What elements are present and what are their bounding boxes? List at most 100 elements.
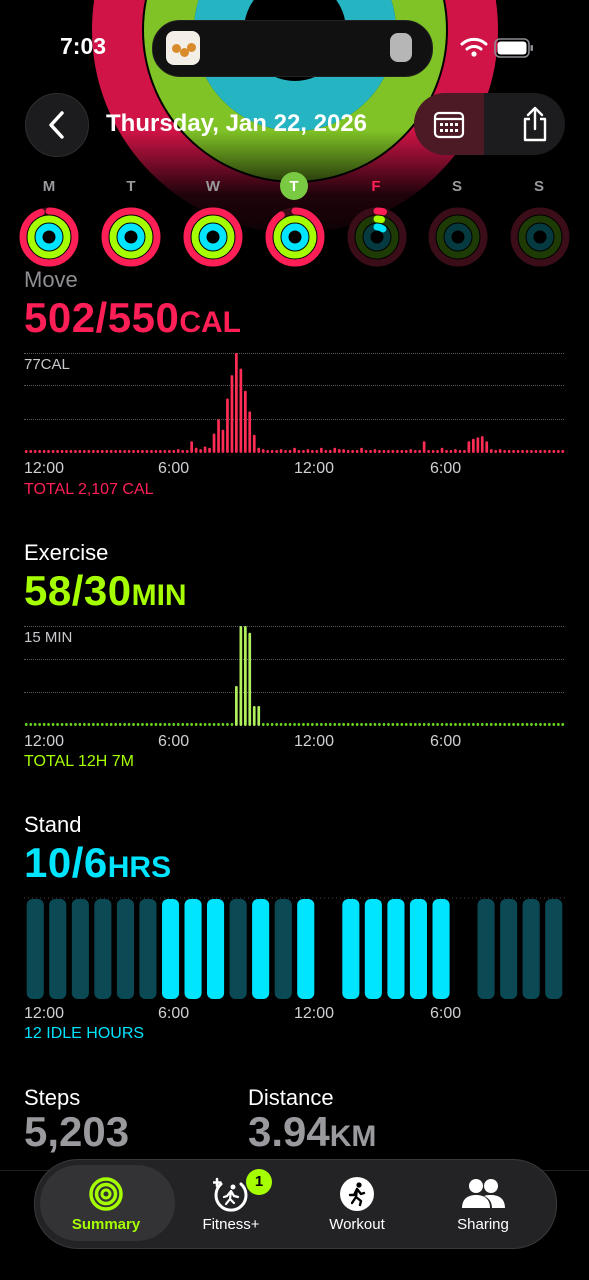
hourly-bar bbox=[83, 723, 86, 726]
hourly-bar bbox=[150, 723, 153, 726]
hourly-bar bbox=[400, 723, 404, 726]
hourly-bar bbox=[525, 723, 529, 726]
hourly-bar bbox=[404, 450, 408, 453]
hourly-bar bbox=[449, 723, 453, 726]
distance-value-number: 3.94 bbox=[248, 1108, 330, 1155]
hourly-bar bbox=[185, 723, 189, 726]
hourly-bar bbox=[418, 723, 421, 726]
hourly-bar bbox=[239, 368, 243, 453]
hourly-bar bbox=[302, 450, 305, 453]
hourly-bar bbox=[248, 411, 252, 453]
day-activity-ring[interactable] bbox=[265, 207, 325, 267]
hourly-bar bbox=[176, 723, 180, 726]
hourly-bar bbox=[476, 723, 480, 726]
hourly-bar bbox=[463, 723, 466, 726]
hourly-bar bbox=[431, 723, 435, 726]
calendar-button[interactable] bbox=[414, 93, 484, 155]
hourly-bar bbox=[118, 723, 122, 726]
hourly-bar bbox=[244, 390, 247, 453]
hourly-bar bbox=[548, 723, 551, 726]
distance-value: 3.94KM bbox=[248, 1108, 376, 1156]
hourly-bar bbox=[288, 723, 292, 726]
hourly-bar bbox=[123, 723, 126, 726]
hourly-bar bbox=[391, 450, 395, 453]
live-activity-app-icon[interactable] bbox=[166, 31, 200, 65]
hourly-bar bbox=[261, 449, 265, 453]
hourly-bar bbox=[454, 449, 457, 453]
hourly-bar bbox=[127, 723, 131, 726]
back-button[interactable] bbox=[25, 93, 89, 157]
tab-workout-label: Workout bbox=[329, 1216, 385, 1233]
stand-axis-label: 12:00 bbox=[24, 1005, 65, 1022]
hourly-bar bbox=[168, 450, 171, 453]
day-activity-ring[interactable] bbox=[347, 207, 407, 267]
tab-sharing[interactable]: Sharing bbox=[428, 1170, 538, 1240]
hourly-bar bbox=[208, 447, 211, 453]
share-button[interactable] bbox=[504, 93, 565, 155]
hourly-bar bbox=[275, 723, 278, 726]
hourly-bar bbox=[346, 723, 350, 726]
hourly-bar bbox=[136, 723, 140, 726]
hourly-bar bbox=[69, 723, 73, 726]
hourly-bar bbox=[293, 447, 296, 453]
hourly-bar bbox=[87, 450, 91, 453]
day-activity-ring[interactable] bbox=[183, 207, 243, 267]
stand-hour-bar bbox=[477, 899, 495, 999]
hourly-bar bbox=[333, 447, 337, 453]
hourly-bar bbox=[203, 723, 207, 726]
day-activity-ring[interactable] bbox=[428, 207, 488, 267]
hourly-bar bbox=[114, 723, 117, 726]
hourly-bar bbox=[60, 723, 64, 726]
hourly-bar bbox=[382, 450, 386, 453]
hourly-bar bbox=[445, 450, 448, 453]
hourly-bar bbox=[480, 723, 484, 726]
stand-hour-bar bbox=[139, 899, 157, 999]
hourly-bar bbox=[346, 450, 350, 453]
exercise-value: 58/30MIN bbox=[24, 567, 187, 615]
hourly-bar bbox=[440, 447, 444, 453]
hourly-bar bbox=[436, 723, 439, 726]
hourly-bar bbox=[212, 433, 216, 453]
hourly-bar bbox=[252, 434, 256, 453]
hourly-bar bbox=[199, 449, 202, 453]
stand-total: 12 IDLE HOURS bbox=[24, 1025, 145, 1042]
exercise-title: Exercise bbox=[24, 540, 109, 565]
hourly-bar bbox=[387, 723, 390, 726]
hourly-bar bbox=[279, 723, 283, 726]
hourly-bar bbox=[396, 450, 399, 453]
move-axis-label: 6:00 bbox=[430, 460, 462, 477]
day-activity-ring[interactable] bbox=[510, 207, 570, 267]
hourly-bar bbox=[337, 449, 341, 453]
stand-hourly-chart bbox=[24, 897, 565, 999]
hourly-bar bbox=[369, 723, 372, 726]
hourly-bar bbox=[127, 450, 131, 453]
hourly-bar bbox=[235, 353, 238, 453]
hourly-bar bbox=[159, 450, 162, 453]
hourly-bar bbox=[472, 438, 475, 453]
day-activity-ring[interactable] bbox=[101, 207, 161, 267]
hourly-bar bbox=[512, 450, 515, 453]
hourly-bar bbox=[105, 723, 109, 726]
day-activity-ring[interactable] bbox=[19, 207, 79, 267]
hourly-bar bbox=[74, 723, 77, 726]
hourly-bar bbox=[261, 723, 265, 726]
stand-axis-label: 12:00 bbox=[294, 1005, 335, 1022]
tab-workout[interactable]: Workout bbox=[302, 1170, 412, 1240]
hourly-bar bbox=[552, 723, 556, 726]
hourly-bar bbox=[467, 723, 471, 726]
hourly-bar bbox=[96, 450, 100, 453]
fitness-plus-icon bbox=[213, 1177, 248, 1212]
hourly-bar bbox=[530, 450, 533, 453]
exercise-axis-label: 12:00 bbox=[294, 733, 335, 750]
hourly-bar bbox=[226, 398, 229, 453]
hourly-bar bbox=[373, 449, 377, 453]
hourly-bar bbox=[185, 450, 189, 453]
hourly-bar bbox=[302, 723, 305, 726]
stand-hour-bar bbox=[207, 899, 225, 999]
hourly-bar bbox=[47, 450, 50, 453]
hourly-bar bbox=[136, 450, 140, 453]
hourly-bar bbox=[543, 450, 547, 453]
hourly-bar bbox=[521, 450, 524, 453]
hourly-bar bbox=[485, 723, 489, 726]
tab-summary[interactable]: Summary bbox=[51, 1170, 161, 1240]
